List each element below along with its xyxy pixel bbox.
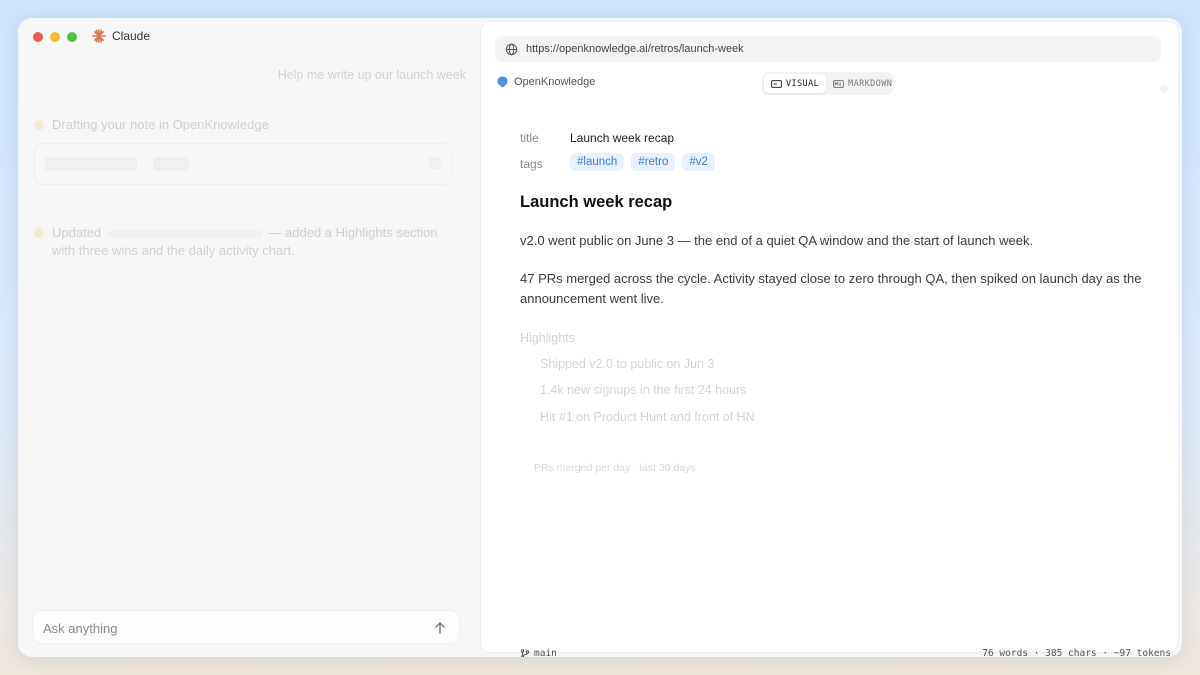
tool-call-card[interactable] [34,143,452,185]
url-bar[interactable]: https://openknowledge.ai/retros/launch-w… [495,36,1161,62]
site-header: OpenKnowledge [497,76,595,88]
tool-badge-placeholder [153,157,189,171]
send-arrow-icon[interactable] [433,621,447,635]
git-branch-icon [520,648,530,657]
markdown-view-icon [833,79,845,88]
close-window-button[interactable] [33,32,43,42]
highlight-item: Hit #1 on Product Hunt and front of HN [540,410,755,424]
meta-title-key: title [520,131,539,145]
expand-icon[interactable] [429,157,441,169]
claude-logo-icon [92,29,106,43]
visual-view-button[interactable]: VISUAL [764,74,827,93]
markdown-view-button[interactable]: MARKDOWN [826,74,899,93]
globe-icon [505,43,518,55]
paragraph-intro: v2.0 went public on June 3 — the end of … [520,233,1034,248]
chat-input-box [32,610,460,645]
tag-launch[interactable]: #launch [570,153,625,171]
tag-v2[interactable]: #v2 [682,153,715,171]
chat-input[interactable] [43,611,413,645]
done-indicator-icon [34,228,44,238]
site-name: OpenKnowledge [514,76,596,88]
branch-indicator[interactable]: main [520,648,557,657]
view-mode-toggle: VISUAL MARKDOWN [762,72,893,95]
user-message: Help me write up our launch week [277,68,466,82]
app-window: Claude Help me write up our launch week … [18,18,1182,657]
status-spinner-icon [34,119,44,130]
highlight-item: Shipped v2.0 to public on Jun 3 [540,357,715,371]
minimize-window-button[interactable] [50,32,60,42]
meta-tags-key: tags [520,157,543,171]
app-title: Claude [112,29,151,43]
chat-pane: Claude Help me write up our launch week … [18,18,480,657]
status-text: Drafting your note in OpenKnowledge [52,117,269,132]
document-stats: 76 words · 385 chars · ~97 tokens [982,648,1171,657]
assistant-update-message: Updated — added a Highlights section wit… [34,224,464,260]
visual-label: VISUAL [786,78,820,89]
tag-retro[interactable]: #retro [631,153,676,171]
highlights-heading: Highlights [520,331,575,345]
paragraph-activity: 47 PRs merged across the cycle. Activity… [520,271,1142,306]
highlight-item: 1.4k new signups in the first 24 hours [540,383,747,397]
updated-link-placeholder[interactable] [107,229,262,238]
visual-view-icon [771,79,782,88]
chart-caption: PRs merged per day · last 30 days [534,462,696,474]
url-text: https://openknowledge.ai/retros/launch-w… [526,43,744,55]
tool-name-placeholder [45,157,137,171]
markdown-label: MARKDOWN [848,78,893,89]
openknowledge-logo-icon [497,76,508,88]
tag-list: #launch #retro #v2 [570,153,715,171]
branch-name: main [534,648,557,657]
meta-title-value[interactable]: Launch week recap [570,131,674,145]
assistant-status: Drafting your note in OpenKnowledge [34,117,269,132]
window-controls [33,32,77,42]
updated-label: Updated [52,225,102,240]
document-heading: Launch week recap [520,193,673,211]
app-title-bar: Claude [92,29,150,43]
presence-indicator-icon [1160,85,1168,93]
document-pane: https://openknowledge.ai/retros/launch-w… [481,22,1178,657]
zoom-window-button[interactable] [67,32,77,42]
